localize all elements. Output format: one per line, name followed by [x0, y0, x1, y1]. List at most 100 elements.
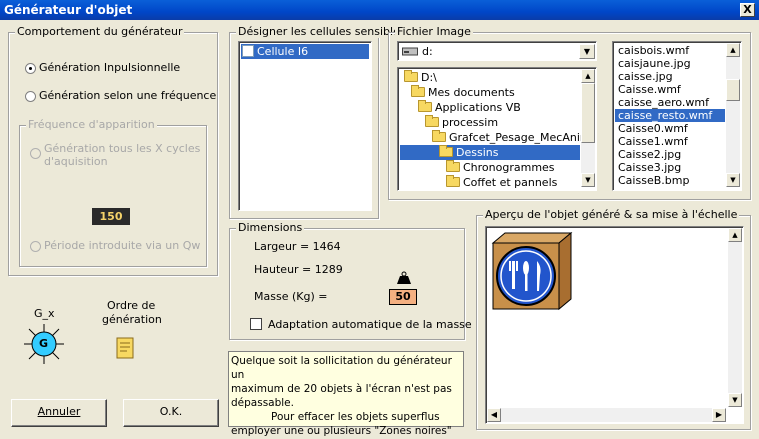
file-item[interactable]: Caisse1.wmf	[615, 135, 725, 148]
preview-group: Aperçu de l'objet généré & sa mise à l'é…	[476, 208, 751, 430]
scroll-thumb[interactable]	[726, 79, 740, 101]
folder-icon	[446, 175, 460, 187]
gx-letter: G	[39, 337, 49, 350]
cycles-value-display[interactable]: 150	[92, 208, 130, 225]
generator-icon[interactable]: G	[22, 322, 66, 366]
file-item[interactable]: Caisse0.wmf	[615, 122, 725, 135]
file-item[interactable]: caisse.jpg	[615, 70, 725, 83]
window-title: Générateur d'objet	[4, 3, 133, 17]
scroll-down-icon[interactable]: ▼	[726, 173, 740, 187]
file-list[interactable]: caisbois.wmf caisjaune.jpg caisse.jpg Caiss…	[612, 41, 742, 191]
folder-label: Grafcet_Pesage_MecAnim	[449, 131, 591, 144]
folder-icon	[446, 160, 460, 172]
folder-label: Coffet et pannels	[463, 176, 558, 189]
qw-label: Période introduite via un Qw	[44, 239, 201, 252]
file-item[interactable]: Caisse2.jpg	[615, 148, 725, 161]
folder-item[interactable]: Chronogrammes	[400, 160, 580, 175]
impulse-label[interactable]: Génération Inpulsionnelle	[39, 61, 180, 74]
folder-label: Mes documents	[428, 86, 515, 99]
mass-widget[interactable]: 50	[389, 271, 419, 305]
drive-value: d:	[422, 45, 433, 58]
generator-dialog: Générateur d'objet X Comportement du gén…	[0, 0, 759, 439]
file-list-scrollbar[interactable]: ▲ ▼	[726, 43, 740, 187]
info-line3: dépassable.	[231, 397, 294, 409]
cells-legend: Désigner les cellules sensibles	[236, 25, 408, 38]
folder-item[interactable]: Mes documents	[400, 85, 580, 100]
close-button[interactable]: X	[740, 3, 755, 17]
folder-tree-scrollbar[interactable]: ▲ ▼	[581, 69, 595, 187]
folder-icon	[411, 85, 425, 97]
folder-label: D:\	[421, 71, 437, 84]
folder-item[interactable]: Grafcet_Pesage_MecAnim	[400, 130, 591, 145]
scroll-right-icon[interactable]: ▶	[712, 408, 726, 422]
preview-hscroll[interactable]: ◀ ▶	[487, 408, 726, 422]
qw-radio[interactable]	[30, 241, 41, 252]
info-line1: Quelque soit la sollicitation du générat…	[231, 355, 452, 381]
order-icon[interactable]	[115, 337, 135, 359]
scroll-up-icon[interactable]: ▲	[728, 228, 742, 242]
file-item[interactable]: caisse_resto.wmf	[615, 109, 725, 122]
impulse-radio[interactable]	[25, 63, 36, 74]
ok-label: O.K.	[159, 405, 183, 418]
folder-icon	[439, 145, 453, 157]
file-item[interactable]: caisse_aero.wmf	[615, 96, 725, 109]
cycles-label-line1: Génération tous les X cycles	[44, 142, 201, 155]
cell-item[interactable]: Cellule I6	[241, 44, 369, 59]
drive-select[interactable]: d: ▼	[397, 41, 597, 61]
scroll-left-icon[interactable]: ◀	[487, 408, 501, 422]
folder-item[interactable]: Applications VB	[400, 100, 580, 115]
behaviour-group: Comportement du générateur Génération In…	[8, 25, 218, 276]
mass-label: Masse (Kg) =	[254, 290, 328, 303]
width-text: Largeur = 1464	[254, 240, 341, 253]
folder-label: Dessins	[456, 146, 499, 159]
folder-item[interactable]: Dessins	[400, 145, 580, 160]
cell-checkbox[interactable]	[242, 45, 254, 57]
info-note: Quelque soit la sollicitation du générat…	[228, 351, 464, 437]
weight-icon	[397, 271, 411, 284]
preview-canvas[interactable]: ▲ ▼ ◀ ▶	[485, 226, 744, 424]
file-group: Fichier Image d: ▼ D:\ Mes documents Appli…	[388, 25, 751, 200]
preview-image	[491, 231, 573, 311]
cycles-label-line2: d'aquisition	[44, 155, 108, 168]
folder-icon	[432, 130, 446, 142]
close-icon: X	[743, 3, 752, 16]
file-item[interactable]: Caisse.wmf	[615, 83, 725, 96]
order-label-line2: génération	[102, 313, 162, 326]
preview-vscroll[interactable]: ▲ ▼	[728, 228, 742, 407]
scroll-up-icon[interactable]: ▲	[581, 69, 595, 83]
info-line4: Pour effacer les objets superflus	[271, 411, 440, 423]
behaviour-legend: Comportement du générateur	[15, 25, 185, 38]
scroll-thumb[interactable]	[581, 83, 595, 143]
auto-mass-label[interactable]: Adaptation automatique de la masse	[268, 318, 472, 331]
scroll-down-icon[interactable]: ▼	[581, 173, 595, 187]
height-text: Hauteur = 1289	[254, 263, 343, 276]
file-item[interactable]: caisbois.wmf	[615, 44, 725, 57]
preview-legend: Aperçu de l'objet généré & sa mise à l'é…	[483, 208, 740, 221]
file-item[interactable]: CaisseB.bmp	[615, 174, 725, 187]
cancel-button[interactable]: Annuler	[11, 399, 107, 427]
folder-item[interactable]: Coffet et pannels	[400, 175, 580, 190]
folder-icon	[404, 70, 418, 82]
file-item[interactable]: Caisse3.jpg	[615, 161, 725, 174]
cycles-radio[interactable]	[30, 148, 41, 159]
ok-button[interactable]: O.K.	[123, 399, 219, 427]
folder-label: processim	[442, 116, 499, 129]
file-item[interactable]: caisjaune.jpg	[615, 57, 725, 70]
frequency-radio[interactable]	[25, 91, 36, 102]
auto-mass-checkbox[interactable]	[250, 318, 262, 330]
frequency-legend: Fréquence d'apparition	[26, 118, 157, 131]
frequency-label[interactable]: Génération selon une fréquence	[39, 89, 216, 102]
drive-icon	[402, 47, 418, 56]
gx-label: G_x	[34, 307, 55, 320]
folder-item[interactable]: D:\	[400, 70, 580, 85]
dimensions-group: Dimensions Largeur = 1464 Hauteur = 1289…	[229, 221, 472, 340]
cells-group: Désigner les cellules sensibles Cellule …	[229, 25, 408, 219]
chevron-down-icon[interactable]: ▼	[579, 44, 595, 59]
title-bar[interactable]: Générateur d'objet X	[0, 0, 759, 20]
info-line5: employer une ou plusieurs "Zones noires"	[231, 425, 452, 437]
folder-item[interactable]: processim	[400, 115, 580, 130]
scroll-up-icon[interactable]: ▲	[726, 43, 740, 57]
scroll-down-icon[interactable]: ▼	[728, 393, 742, 407]
folder-tree[interactable]: D:\ Mes documents Applications VB processim…	[397, 67, 597, 191]
cells-list[interactable]: Cellule I6	[238, 41, 372, 211]
